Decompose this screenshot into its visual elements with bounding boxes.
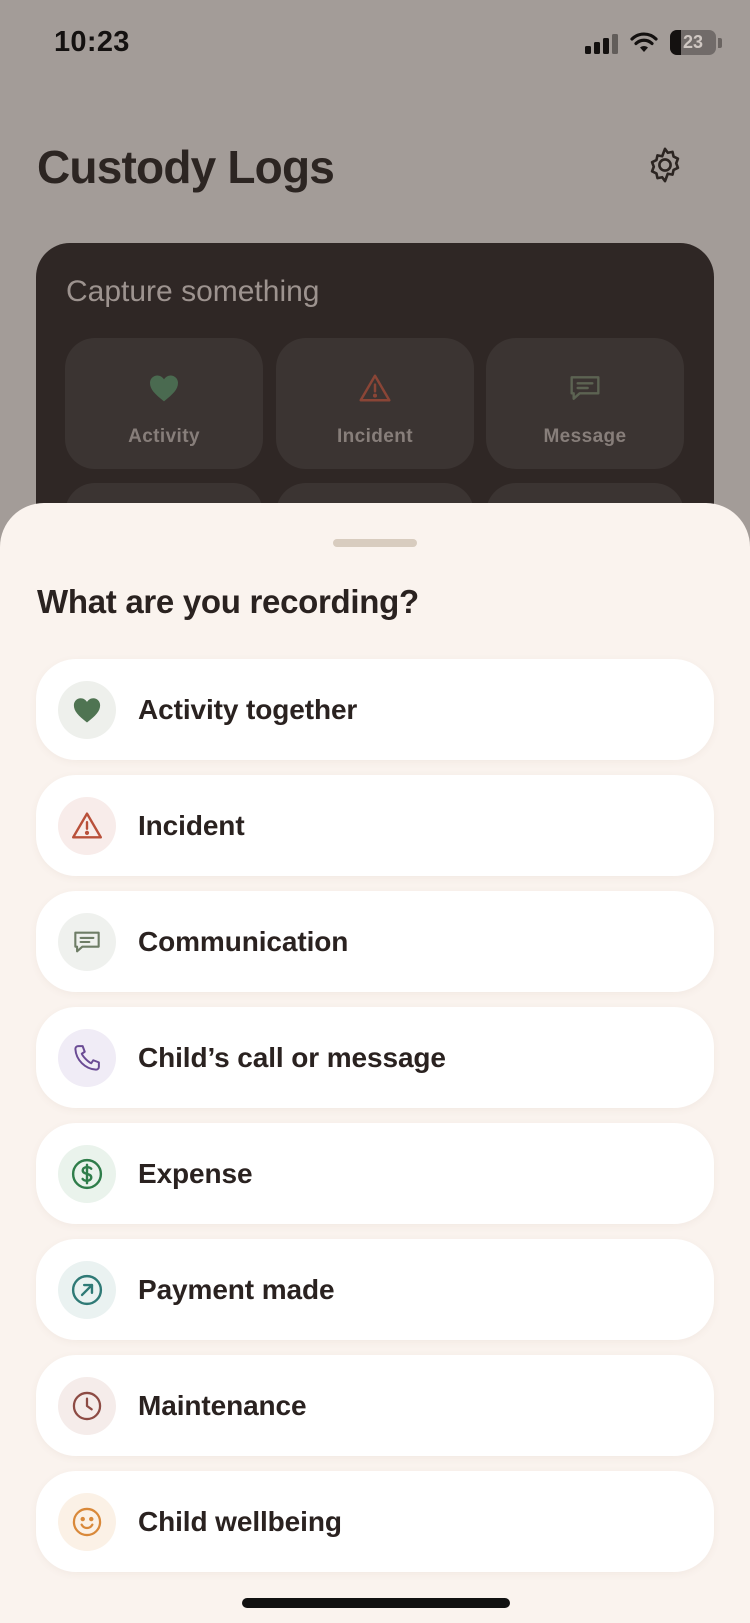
option-payment-made[interactable]: Payment made xyxy=(36,1239,714,1340)
option-label: Maintenance xyxy=(138,1389,307,1421)
page-title: Custody Logs xyxy=(37,141,335,193)
message-icon xyxy=(565,368,605,408)
option-childs-call-or-message[interactable]: Child’s call or message xyxy=(36,1007,714,1108)
status-bar: 10:23 23 xyxy=(0,0,750,90)
arrow-up-right-icon xyxy=(58,1260,116,1319)
battery-indicator: 23 xyxy=(670,30,722,55)
message-icon xyxy=(58,912,116,971)
gear-icon xyxy=(650,147,680,183)
capture-title: Capture something xyxy=(66,275,320,308)
option-communication[interactable]: Communication xyxy=(36,891,714,992)
cellular-signal-icon xyxy=(585,32,618,54)
home-indicator[interactable] xyxy=(242,1598,510,1608)
battery-percentage: 23 xyxy=(682,32,704,52)
sheet-title: What are you recording? xyxy=(37,583,419,620)
smile-icon xyxy=(58,1492,116,1551)
option-label: Communication xyxy=(138,925,349,957)
option-child-wellbeing[interactable]: Child wellbeing xyxy=(36,1471,714,1572)
heart-icon xyxy=(58,680,116,739)
warning-icon xyxy=(58,796,116,855)
sheet-grabber[interactable] xyxy=(333,539,417,547)
option-expense[interactable]: Expense xyxy=(36,1123,714,1224)
settings-button[interactable] xyxy=(642,142,688,188)
battery-icon: 23 xyxy=(670,30,716,55)
battery-cap xyxy=(718,37,722,48)
bottom-sheet: What are you recording? Activity togethe… xyxy=(0,503,750,1623)
option-list: Activity together Incident Communication… xyxy=(36,659,714,1587)
option-label: Child’s call or message xyxy=(138,1041,446,1073)
status-time: 10:23 xyxy=(54,26,130,58)
option-activity-together[interactable]: Activity together xyxy=(36,659,714,760)
option-label: Incident xyxy=(138,809,245,841)
option-label: Child wellbeing xyxy=(138,1505,342,1537)
capture-tile-label: Message xyxy=(543,426,627,447)
status-icons: 23 xyxy=(585,30,722,55)
clock-icon xyxy=(58,1376,116,1435)
option-label: Activity together xyxy=(138,693,358,725)
option-maintenance[interactable]: Maintenance xyxy=(36,1355,714,1456)
option-label: Expense xyxy=(138,1157,253,1189)
screen: 10:23 23 Custody Logs Capture something … xyxy=(0,0,750,1623)
phone-icon xyxy=(58,1028,116,1087)
capture-tile-message[interactable]: Message xyxy=(486,338,684,469)
dollar-icon xyxy=(58,1144,116,1203)
capture-tile-incident[interactable]: Incident xyxy=(276,338,474,469)
heart-icon xyxy=(144,368,184,408)
capture-tile-label: Activity xyxy=(128,426,200,447)
warning-icon xyxy=(355,368,395,408)
wifi-icon xyxy=(630,31,658,52)
option-label: Payment made xyxy=(138,1273,335,1305)
option-incident[interactable]: Incident xyxy=(36,775,714,876)
capture-tile-label: Incident xyxy=(336,426,414,447)
capture-tile-activity[interactable]: Activity xyxy=(65,338,263,469)
